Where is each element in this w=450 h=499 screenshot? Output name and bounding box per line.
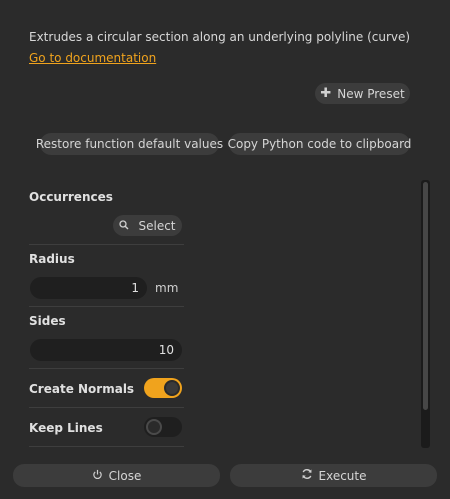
- separator: [29, 446, 184, 447]
- copy-python-label: Copy Python code to clipboard: [227, 137, 412, 151]
- new-preset-label: New Preset: [337, 86, 405, 101]
- keep-lines-label: Keep Lines: [29, 421, 103, 435]
- radius-value: 1: [131, 281, 139, 295]
- keep-lines-toggle[interactable]: [144, 417, 182, 437]
- separator: [29, 306, 184, 307]
- close-button[interactable]: Close: [13, 464, 220, 487]
- new-preset-button[interactable]: ✚ New Preset: [315, 83, 410, 104]
- close-label: Close: [108, 468, 142, 483]
- power-icon: [92, 469, 103, 483]
- restore-defaults-button[interactable]: Restore function default values: [36, 133, 223, 155]
- copy-python-button[interactable]: Copy Python code to clipboard: [227, 133, 412, 155]
- radius-label: Radius: [29, 252, 75, 266]
- create-normals-toggle[interactable]: [144, 378, 182, 398]
- sides-label: Sides: [29, 314, 66, 328]
- radius-input[interactable]: 1: [30, 277, 147, 299]
- restore-defaults-label: Restore function default values: [35, 137, 224, 151]
- select-label: Select: [138, 218, 176, 233]
- execute-button[interactable]: Execute: [230, 464, 437, 487]
- separator: [29, 407, 184, 408]
- toggle-knob: [146, 419, 162, 435]
- occurrences-label: Occurrences: [29, 190, 113, 204]
- separator: [29, 368, 184, 369]
- sides-input[interactable]: 10: [30, 339, 182, 361]
- toggle-knob: [164, 380, 180, 396]
- sides-value: 10: [158, 343, 174, 357]
- scrollbar-thumb[interactable]: [423, 182, 428, 410]
- radius-unit: mm: [155, 281, 179, 295]
- create-normals-label: Create Normals: [29, 382, 135, 396]
- function-description: Extrudes a circular section along an und…: [29, 30, 411, 44]
- documentation-link[interactable]: Go to documentation: [29, 51, 156, 65]
- select-occurrences-button[interactable]: Select: [113, 215, 182, 236]
- plus-icon: ✚: [320, 86, 332, 101]
- search-icon: [119, 219, 129, 233]
- execute-label: Execute: [318, 468, 367, 483]
- refresh-icon: [301, 468, 313, 483]
- separator: [29, 244, 184, 245]
